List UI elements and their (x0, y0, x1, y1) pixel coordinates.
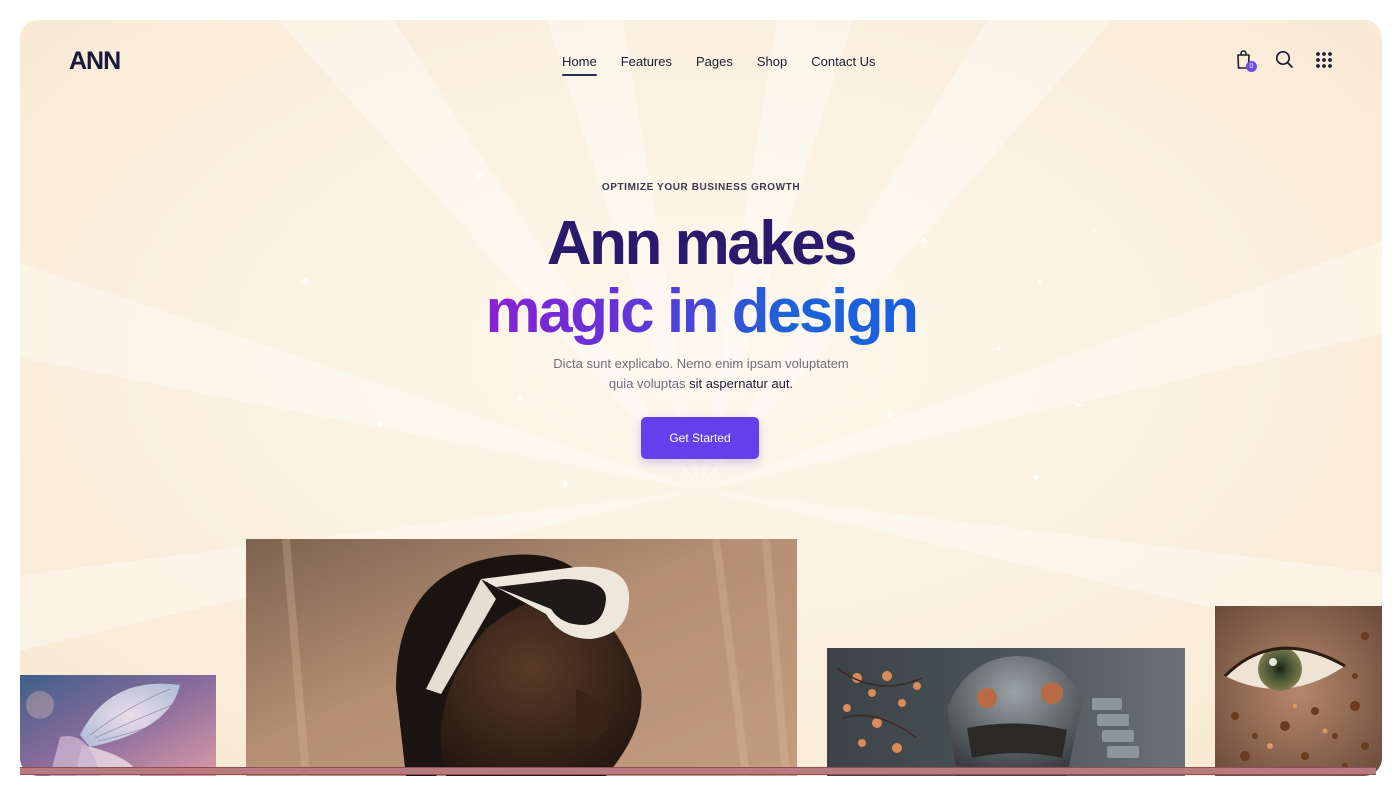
hero-description-emphasis: sit aspernatur aut. (689, 376, 794, 391)
gallery-image-eye (1215, 606, 1382, 776)
bottom-edge-bar (20, 767, 1376, 775)
page-frame: ✦ ✦ ✦ ✦ ✦ ✦ ✦ ✦ ✦ ✦ ✦ ✦ ANN Home Feature… (20, 20, 1382, 776)
brand-logo[interactable]: ANN (69, 47, 121, 77)
grid-menu-icon (1316, 52, 1332, 68)
hero-eyebrow: OPTIMIZE YOUR BUSINESS GROWTH (601, 182, 801, 193)
nav-item-shop[interactable]: Shop (745, 54, 799, 76)
nav-item-features[interactable]: Features (609, 54, 684, 76)
samurai-helmet-image (827, 648, 1185, 776)
nav-item-contact-us[interactable]: Contact Us (799, 54, 887, 76)
cart-button[interactable]: 0 (1235, 49, 1257, 72)
get-started-button[interactable]: Get Started (641, 417, 759, 459)
hero-title-line-2: magic in design (485, 277, 919, 346)
search-button[interactable] (1275, 49, 1294, 71)
freckled-eye-image (1215, 606, 1382, 776)
butterfly-image (20, 675, 216, 776)
sparkle-icon: ✦ (884, 407, 896, 423)
gallery-image-samurai (827, 648, 1185, 776)
sparkle-icon: ✦ (376, 419, 386, 431)
hero-description-line-1: Dicta sunt explicabo. Nemo enim ipsam vo… (553, 356, 849, 371)
gallery-image-butterfly (20, 675, 216, 776)
sparkle-icon: ✦ (560, 476, 572, 492)
hero-description: Dicta sunt explicabo. Nemo enim ipsam vo… (20, 354, 1382, 394)
nav-item-pages[interactable]: Pages (684, 54, 745, 76)
gallery-image-sunglasses (246, 539, 797, 776)
grid-menu-button[interactable] (1315, 49, 1334, 71)
sparkle-icon: ✦ (473, 167, 485, 183)
main-nav: Home Features Pages Shop Contact Us (550, 54, 888, 76)
sunglasses-portrait-image (246, 539, 797, 776)
search-icon (1275, 50, 1293, 68)
sparkle-icon: ✦ (516, 395, 525, 406)
hero-description-line-2: quia voluptas (608, 376, 690, 391)
hero-title-line-1: Ann makes (546, 209, 858, 278)
sparkle-icon: ✦ (1074, 400, 1084, 412)
nav-item-home[interactable]: Home (550, 54, 609, 76)
cart-count-badge: 0 (1246, 61, 1257, 72)
header-icons: 0 (1235, 49, 1334, 72)
hero-title: Ann makes magic in design (20, 210, 1382, 346)
sparkle-icon: ✦ (1030, 469, 1042, 485)
